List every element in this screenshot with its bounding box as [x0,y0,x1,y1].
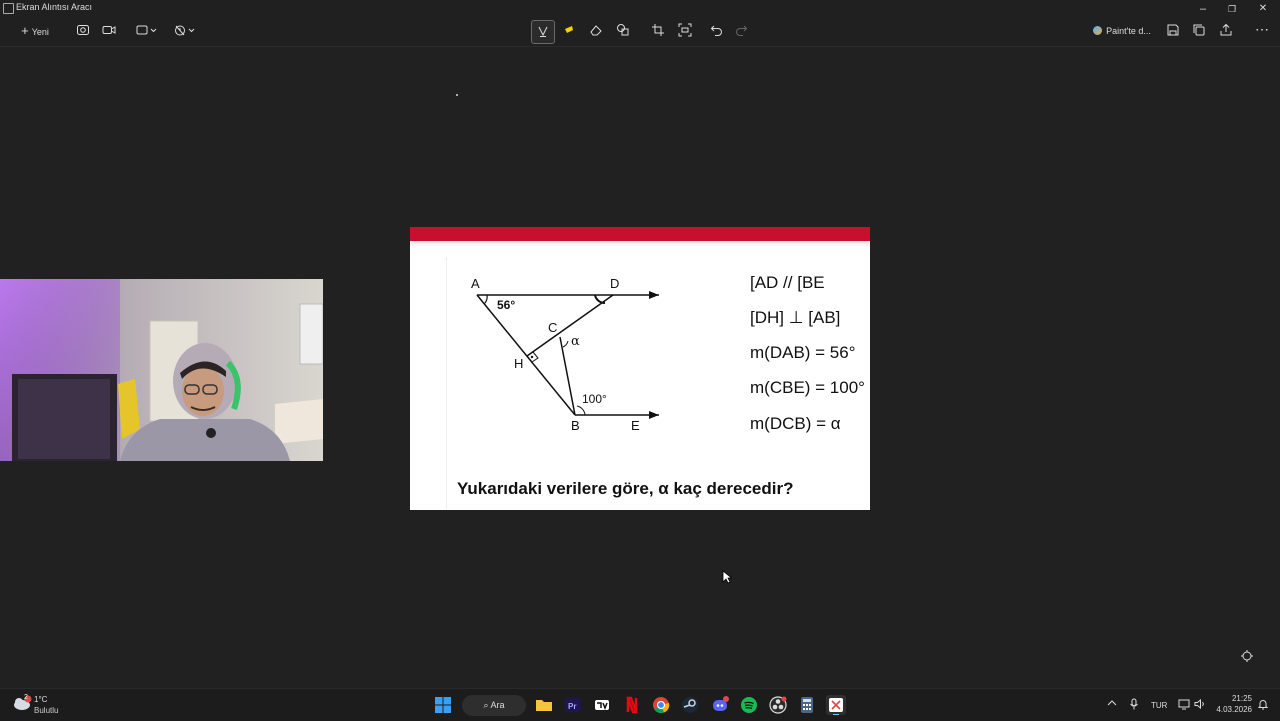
new-snip-button[interactable]: + Yeni [10,20,60,42]
delay-timer-dropdown[interactable] [172,20,198,42]
highlighter-icon[interactable] [560,20,578,42]
weather-condition[interactable]: Bulutlu [34,706,58,715]
point-d-label: D [610,276,619,291]
close-button[interactable]: ✕ [1249,2,1277,16]
snip-shape-dropdown[interactable] [134,20,160,42]
save-icon[interactable] [1164,20,1182,42]
notification-bell-icon[interactable] [1257,698,1269,712]
plus-icon: + [21,23,29,38]
start-menu-icon[interactable] [433,695,453,715]
share-icon[interactable] [1217,20,1235,42]
copy-icon[interactable] [1190,20,1208,42]
tray-overflow-icon[interactable] [1107,698,1117,710]
taskbar: 2 1°C Bulutlu ⌕ Ara Pr TUR 21:25 4.03.20… [0,688,1280,721]
point-c-label: C [548,320,557,335]
svg-text:Pr: Pr [568,702,576,711]
discord-icon[interactable] [710,695,730,715]
snipping-tool-taskbar-icon[interactable] [826,695,846,715]
copilot-assist-icon[interactable] [1238,647,1256,665]
paint-icon [1093,26,1103,35]
canvas-dot [456,94,458,96]
ballpoint-pen-icon[interactable] [531,20,555,44]
undo-icon[interactable] [708,20,726,42]
input-language[interactable]: TUR [1151,701,1167,710]
webcam-overlay [0,279,323,461]
search-label: Ara [490,700,505,710]
steam-icon[interactable] [680,695,700,715]
minimize-button[interactable]: – [1189,2,1217,16]
redo-icon[interactable] [732,20,750,42]
point-b-label: B [571,418,580,433]
clock-date[interactable]: 4.03.2026 [1208,705,1252,714]
point-a-label: A [471,276,480,291]
restore-button[interactable]: ❐ [1218,2,1246,16]
window-title: Ekran Alıntısı Aracı [16,2,93,12]
alpha-label: α [571,334,580,349]
weather-badge: 2 [24,694,28,701]
point-h-label: H [514,356,523,371]
screenshot-mode-icon[interactable] [74,20,92,42]
question-content: A D C H B E 56° 100° α [AD // [BE [DH] ⊥… [446,257,867,510]
snipping-tool-icon [3,3,14,14]
question-prompt: Yukarıdaki verilere göre, α kaç derecedi… [457,479,794,498]
microphone-icon[interactable] [1129,698,1139,712]
clock-time[interactable]: 21:25 [1228,694,1252,703]
point-e-label: E [631,418,640,433]
title-bar: Ekran Alıntısı Aracı – ❐ ✕ [0,0,1280,16]
calculator-icon[interactable] [797,695,817,715]
mouse-cursor-icon [722,570,733,587]
text-actions-icon[interactable] [676,20,694,42]
angle-a-label: 56° [497,298,515,312]
premiere-pro-icon[interactable]: Pr [563,695,583,715]
taskbar-search[interactable]: ⌕ Ara [462,695,526,716]
red-header-bar [410,227,870,241]
edit-in-paint-button[interactable]: Paint'te d... [1088,20,1156,42]
spotify-icon[interactable] [739,695,759,715]
volume-icon[interactable] [1194,698,1206,712]
more-options-icon[interactable]: ⋯ [1252,20,1272,42]
question-image: A D C H B E 56° 100° α [AD // [BE [DH] ⊥… [410,227,870,510]
eraser-icon[interactable] [587,20,605,42]
new-label: Yeni [31,27,49,37]
toolbar: + Yeni Paint'te d... ⋯ [0,16,1280,47]
condition-5: m(DCB) = α [750,414,841,433]
obs-icon[interactable] [768,695,788,715]
netflix-icon[interactable] [622,695,642,715]
video-mode-icon[interactable] [100,20,118,42]
paint-label: Paint'te d... [1106,26,1151,36]
chrome-icon[interactable] [651,695,671,715]
condition-4: m(CBE) = 100° [750,378,865,397]
network-icon[interactable] [1178,698,1190,712]
angle-b-label: 100° [582,392,607,406]
condition-2: [DH] ⊥ [AB] [750,308,841,327]
condition-1: [AD // [BE [750,273,825,292]
condition-3: m(DAB) = 56° [750,343,856,362]
file-explorer-icon[interactable] [534,695,554,715]
weather-temperature[interactable]: 1°C [34,695,47,704]
search-icon: ⌕ [483,700,491,710]
shapes-icon[interactable] [614,20,632,42]
crop-icon[interactable] [649,20,667,42]
tradingview-icon[interactable] [592,695,612,715]
